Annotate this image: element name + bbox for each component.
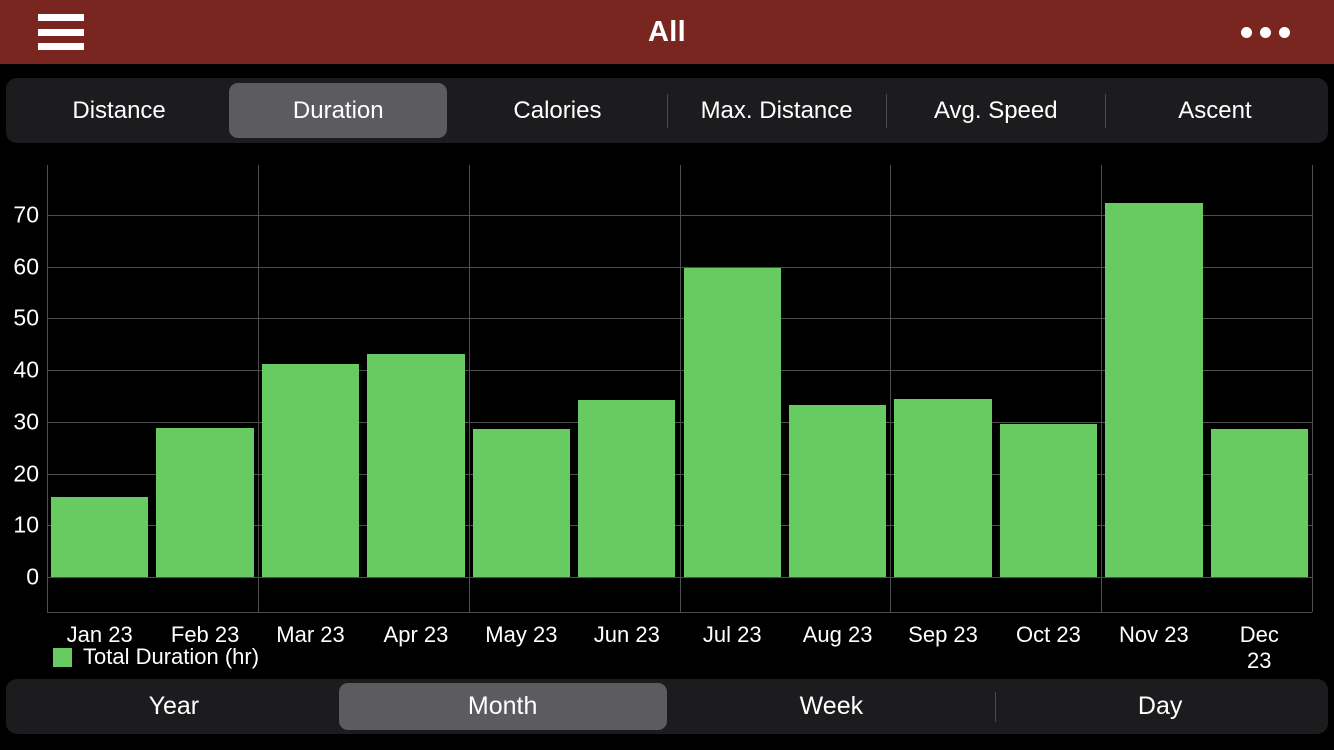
metric-tab-bar: Distance Duration Calories Max. Distance Avg… — [6, 78, 1328, 143]
y-axis-tick-label: 30 — [13, 408, 39, 435]
chart-bar[interactable] — [156, 427, 254, 577]
tab-ascent[interactable]: Ascent — [1106, 83, 1324, 138]
chart-legend: Total Duration (hr) — [53, 644, 259, 670]
chart-bar-fill — [261, 363, 360, 577]
x-axis-tick-label: Mar 23 — [276, 622, 345, 647]
chart-bar[interactable] — [367, 353, 465, 577]
chart-bar-fill — [51, 496, 149, 577]
chart-bar-fill — [1210, 429, 1308, 577]
chart-bar-fill — [156, 427, 254, 577]
y-axis-tick-label: 20 — [13, 460, 39, 487]
chart-bar[interactable] — [788, 404, 887, 577]
chart-bar-fill — [894, 398, 992, 577]
x-axis-tick-label: Sep 23 — [908, 622, 978, 647]
period-tab-week[interactable]: Week — [668, 683, 996, 730]
app-header: All — [0, 0, 1334, 64]
chart-panel: 0 10 20 30 40 50 60 70 Jan 23 Feb 23 Mar 23 Apr 23… — [0, 146, 1334, 673]
period-tab-year[interactable]: Year — [10, 683, 338, 730]
chart-bar-fill — [999, 423, 1098, 577]
tab-calories[interactable]: Calories — [448, 83, 666, 138]
y-axis-tick-label: 40 — [13, 356, 39, 383]
legend-color-swatch — [53, 647, 72, 667]
tab-max-distance[interactable]: Max. Distance — [668, 83, 886, 138]
x-axis-tick-label: Aug 23 — [802, 622, 873, 647]
chart-bar-fill — [683, 267, 781, 577]
x-axis-tick-label: Dec 23 — [1239, 622, 1279, 673]
x-axis-tick-label: Apr 23 — [383, 622, 449, 647]
chart-bar[interactable] — [1105, 203, 1203, 577]
period-tab-bar: Year Month Week Day — [6, 679, 1328, 734]
x-axis-tick-label: Oct 23 — [1016, 622, 1081, 647]
more-options-icon[interactable] — [1241, 26, 1290, 38]
x-axis-tick-label: Jul 23 — [702, 622, 762, 647]
x-axis-tick-label: Nov 23 — [1119, 622, 1189, 647]
chart-bar[interactable] — [472, 429, 571, 577]
chart-bar-fill — [578, 399, 676, 577]
chart-bar[interactable] — [683, 267, 781, 577]
overflow-dot — [1260, 26, 1271, 38]
page-title: All — [648, 15, 686, 48]
chart-bar[interactable] — [51, 496, 149, 577]
tab-duration[interactable]: Duration — [229, 83, 448, 138]
x-axis-tick-label: Jun 23 — [593, 622, 660, 647]
overflow-dot — [1279, 26, 1290, 38]
y-axis-tick-label: 50 — [13, 304, 39, 331]
chart-bar-fill — [788, 404, 887, 577]
y-axis-tick-label: 60 — [13, 253, 39, 280]
chart-bar-fill — [367, 353, 465, 577]
chart-bars — [47, 146, 1312, 671]
overflow-dot — [1241, 26, 1252, 38]
chart-bar[interactable] — [999, 423, 1098, 577]
tab-distance[interactable]: Distance — [10, 83, 228, 138]
y-axis-tick-label: 0 — [26, 563, 39, 590]
y-axis-tick-label: 10 — [13, 511, 39, 538]
chart-bar[interactable] — [894, 398, 992, 577]
period-tab-month[interactable]: Month — [338, 683, 667, 730]
legend-label: Total Duration (hr) — [83, 644, 260, 669]
chart-bar-fill — [1105, 203, 1203, 577]
period-tab-day[interactable]: Day — [996, 683, 1324, 730]
gridline-vertical — [1312, 165, 1313, 612]
x-axis-tick-label: May 23 — [485, 622, 558, 647]
y-axis-tick-label: 70 — [13, 201, 39, 228]
chart-bar[interactable] — [1210, 429, 1308, 577]
tab-avg-speed[interactable]: Avg. Speed — [887, 83, 1105, 138]
chart-bar[interactable] — [261, 363, 360, 577]
chart-bar[interactable] — [578, 399, 676, 577]
chart-bar-fill — [472, 429, 571, 577]
